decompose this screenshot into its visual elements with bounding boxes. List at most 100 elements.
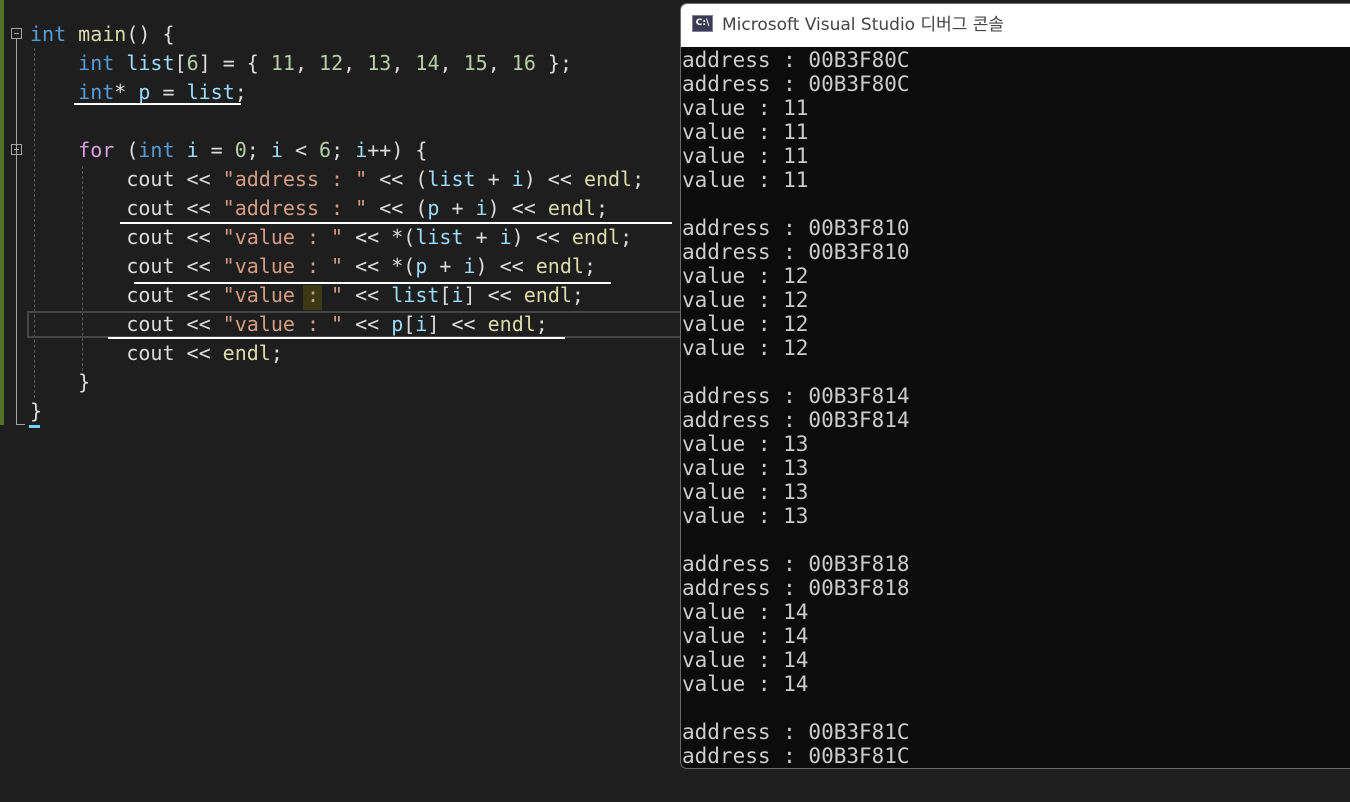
console-output-line: value : 11 bbox=[682, 96, 809, 120]
code-token: ; bbox=[571, 283, 584, 307]
console-output-line: value : 12 bbox=[682, 336, 809, 360]
code-token: + bbox=[475, 167, 512, 191]
code-token: i bbox=[475, 196, 488, 220]
code-token: 14 bbox=[415, 51, 440, 75]
code-token: endl bbox=[222, 341, 271, 365]
console-output-line: address : 00B3F814 bbox=[682, 408, 910, 432]
code-line[interactable]: cout << "value : " << *(p + i) << endl; bbox=[30, 252, 596, 281]
console-output-line: value : 12 bbox=[682, 288, 809, 312]
code-token: endl bbox=[583, 167, 633, 191]
console-titlebar[interactable]: C:\ Microsoft Visual Studio 디버그 콘솔 bbox=[681, 4, 1350, 47]
collapse-icon[interactable] bbox=[11, 144, 22, 155]
code-token: ; bbox=[583, 254, 596, 278]
code-token: list bbox=[427, 167, 476, 191]
code-token: < bbox=[282, 138, 320, 162]
annotation-underline bbox=[74, 103, 241, 105]
code-token: cout << bbox=[30, 196, 223, 220]
code-token: , bbox=[487, 51, 512, 75]
code-line[interactable]: int main() { bbox=[30, 20, 175, 49]
code-token: } bbox=[30, 370, 91, 394]
code-line[interactable]: int list[6] = { 11, 12, 13, 14, 15, 16 }… bbox=[30, 49, 572, 78]
code-token: "address : " bbox=[222, 196, 368, 220]
c-sharp-console-icon: C:\ bbox=[692, 15, 713, 32]
code-token: << *( bbox=[343, 225, 416, 249]
console-output-line: address : 00B3F810 bbox=[682, 240, 910, 264]
console-output-line: value : 11 bbox=[682, 168, 809, 192]
code-token: 11 bbox=[270, 51, 295, 75]
code-token: << bbox=[343, 283, 392, 307]
change-indicator-bar bbox=[0, 0, 4, 425]
console-output-line: address : 00B3F818 bbox=[682, 576, 910, 600]
code-token: << bbox=[343, 312, 392, 336]
code-line[interactable]: cout << "value : " << *(list + i) << end… bbox=[30, 223, 632, 252]
code-token: "value : " bbox=[222, 225, 344, 249]
code-line[interactable]: cout << "address : " << (p + i) << endl; bbox=[30, 194, 608, 223]
code-token: cout << bbox=[30, 167, 223, 191]
code-token: endl bbox=[547, 196, 596, 220]
console-output-line: address : 00B3F81C bbox=[682, 744, 910, 768]
code-token: ; bbox=[620, 225, 633, 249]
annotation-underline bbox=[108, 337, 565, 339]
code-token: << *( bbox=[343, 254, 416, 278]
code-token: ) << bbox=[511, 225, 572, 249]
code-token: ] << bbox=[463, 283, 524, 307]
code-token: i bbox=[415, 312, 428, 336]
code-token: "value : " bbox=[222, 312, 344, 336]
console-output-line: address : 00B3F81C bbox=[682, 720, 910, 744]
console-output-line: value : 14 bbox=[682, 624, 809, 648]
code-token: ; bbox=[270, 341, 283, 365]
code-token: i bbox=[463, 254, 476, 278]
code-token: 0 bbox=[234, 138, 247, 162]
code-token: << ( bbox=[367, 167, 428, 191]
code-token: "address : " bbox=[222, 167, 368, 191]
code-token: } bbox=[30, 399, 43, 423]
code-token: ] << bbox=[427, 312, 488, 336]
code-token: , bbox=[439, 51, 464, 75]
code-token: 13 bbox=[367, 51, 392, 75]
code-line[interactable]: } bbox=[30, 397, 42, 426]
code-token: = bbox=[150, 80, 187, 104]
console-output-line: value : 14 bbox=[682, 672, 809, 696]
code-token: p bbox=[427, 196, 440, 220]
code-token: cout << bbox=[30, 341, 223, 365]
code-line[interactable]: } bbox=[30, 368, 90, 397]
code-line[interactable]: cout << endl; bbox=[30, 339, 283, 368]
console-output-line: value : 12 bbox=[682, 264, 809, 288]
code-token: "value : " bbox=[222, 283, 344, 307]
code-token: int bbox=[78, 51, 115, 75]
debug-console-window[interactable]: C:\ Microsoft Visual Studio 디버그 콘솔 addre… bbox=[680, 3, 1350, 769]
code-line[interactable]: cout << "address : " << (list + i) << en… bbox=[30, 165, 644, 194]
code-token: ) << bbox=[475, 254, 536, 278]
code-token: list bbox=[391, 283, 440, 307]
console-output-line: value : 14 bbox=[682, 648, 809, 672]
code-token: p bbox=[391, 312, 404, 336]
console-output-line: value : 13 bbox=[682, 432, 809, 456]
code-token: ; bbox=[535, 312, 548, 336]
code-token: p bbox=[138, 80, 151, 104]
code-token: , bbox=[294, 51, 320, 75]
code-line[interactable]: for (int i = 0; i < 6; i++) { bbox=[30, 136, 427, 165]
code-line[interactable]: cout << "value : " << list[i] << endl; bbox=[30, 281, 584, 310]
console-output-line: address : 00B3F810 bbox=[682, 216, 910, 240]
code-token: [ bbox=[403, 312, 416, 336]
console-output-line: value : 14 bbox=[682, 600, 809, 624]
code-token: cout << bbox=[30, 254, 223, 278]
code-line[interactable]: cout << "value : " << p[i] << endl; bbox=[30, 310, 548, 339]
console-output-line: value : 12 bbox=[682, 312, 809, 336]
console-output-line: value : 11 bbox=[682, 144, 809, 168]
code-token: ] = { bbox=[198, 51, 271, 75]
code-token: int bbox=[78, 80, 115, 104]
code-token: 12 bbox=[319, 51, 344, 75]
code-token: endl bbox=[571, 225, 621, 249]
code-token: cout << bbox=[30, 283, 223, 307]
code-token: , bbox=[343, 51, 368, 75]
collapse-icon[interactable] bbox=[11, 28, 22, 39]
console-output-line: value : 13 bbox=[682, 456, 809, 480]
code-token: * bbox=[114, 80, 139, 104]
code-token: for bbox=[78, 138, 115, 162]
